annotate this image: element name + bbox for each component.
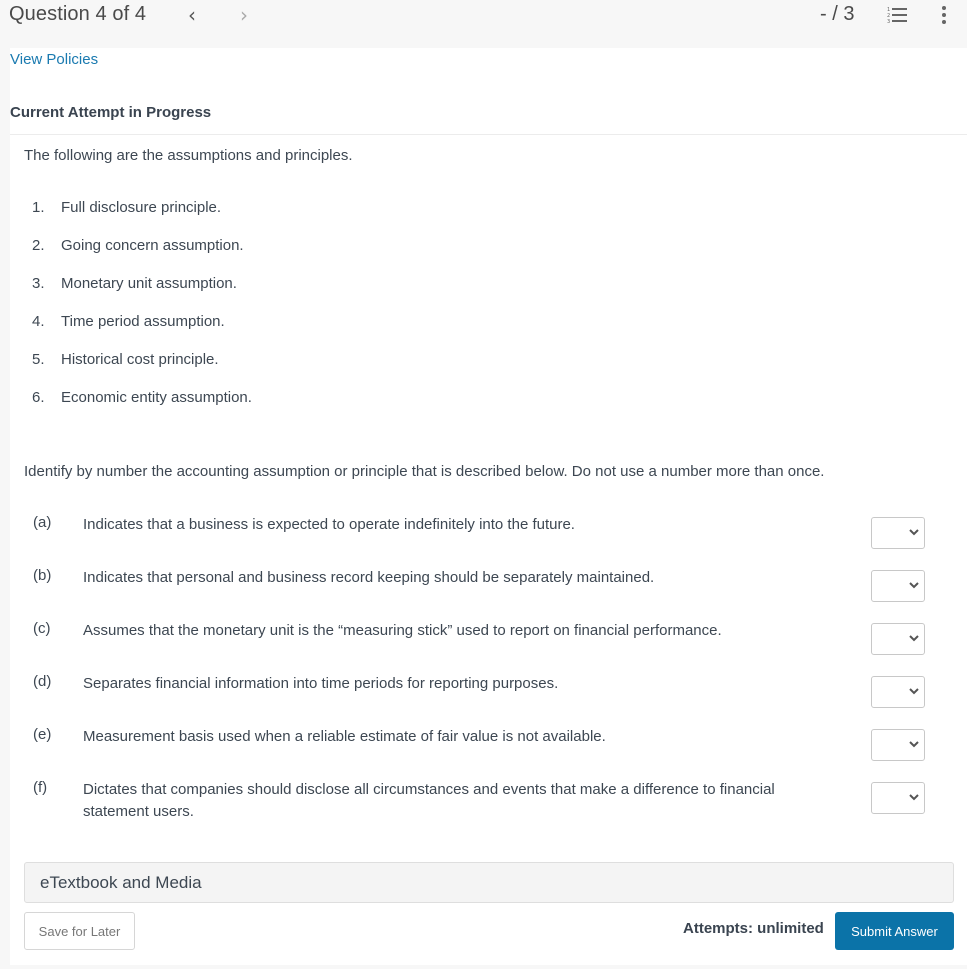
etextbook-media-panel[interactable]: eTextbook and Media [24,862,954,903]
answer-select-b[interactable] [871,570,925,602]
item-label: (d) [33,673,52,690]
question-instructions: Identify by number the accounting assump… [24,463,825,480]
assumptions-list: 1. Full disclosure principle. 2. Going con… [32,199,252,427]
question-list-button[interactable]: 1 2 3 [887,6,907,25]
answer-select-e[interactable] [871,729,925,761]
item-description: Assumes that the monetary unit is the “m… [83,622,722,639]
list-item-number: 1. [32,199,45,216]
list-item-number: 2. [32,237,45,254]
chevron-down-icon [909,688,919,695]
chevron-down-icon [909,582,919,589]
question-content: View Policies Current Attempt in Progres… [10,48,967,965]
list-item: 3. Monetary unit assumption. [32,275,252,313]
item-description: Separates financial information into tim… [83,675,559,692]
list-item: 1. Full disclosure principle. [32,199,252,237]
item-description: Measurement basis used when a reliable e… [83,728,606,745]
list-item-text: Historical cost principle. [61,351,219,368]
question-header: Question 4 of 4 ‹ › - / 3 1 2 3 [0,0,967,48]
item-label: (f) [33,779,48,796]
chevron-down-icon [909,741,919,748]
item-label: (e) [33,726,52,743]
answer-select-c[interactable] [871,623,925,655]
chevron-left-icon: ‹ [188,3,196,27]
list-item: 4. Time period assumption. [32,313,252,351]
chevron-right-icon: › [240,3,248,27]
answer-select-a[interactable] [871,517,925,549]
item-label: (a) [33,514,52,531]
item-description: Dictates that companies should disclose … [83,781,775,820]
list-item-text: Monetary unit assumption. [61,275,237,292]
item-description: Indicates that a business is expected to… [83,516,575,533]
chevron-down-icon [909,529,919,536]
numbered-list-icon: 1 2 3 [887,7,907,25]
attempt-heading: Current Attempt in Progress [10,104,212,121]
save-for-later-button[interactable]: Save for Later [24,912,135,950]
item-label: (c) [33,620,51,637]
divider [10,134,967,135]
item-description: Indicates that personal and business rec… [83,569,655,586]
more-options-button[interactable] [940,5,948,25]
more-vertical-icon [942,6,946,24]
chevron-down-icon [909,794,919,801]
list-item-text: Going concern assumption. [61,237,244,254]
list-item-text: Full disclosure principle. [61,199,222,216]
list-item: 2. Going concern assumption. [32,237,252,275]
list-item-number: 5. [32,351,45,368]
list-item-number: 4. [32,313,45,330]
answer-select-f[interactable] [871,782,925,814]
list-item: 5. Historical cost principle. [32,351,252,389]
list-item-text: Time period assumption. [61,313,225,330]
item-label: (b) [33,567,52,584]
list-item-number: 3. [32,275,45,292]
view-policies-link[interactable]: View Policies [10,51,98,68]
question-intro: The following are the assumptions and pr… [24,147,353,164]
next-question-button[interactable]: › [240,3,248,27]
submit-answer-button[interactable]: Submit Answer [835,912,954,950]
answer-select-d[interactable] [871,676,925,708]
list-item-text: Economic entity assumption. [61,389,252,406]
chevron-down-icon [909,635,919,642]
attempts-label: Attempts: unlimited [683,920,824,937]
list-item-number: 6. [32,389,45,406]
question-title: Question 4 of 4 [9,3,147,25]
question-score: - / 3 [820,3,855,25]
etextbook-media-label: eTextbook and Media [40,873,202,892]
previous-question-button[interactable]: ‹ [188,3,196,27]
list-item: 6. Economic entity assumption. [32,389,252,427]
svg-text:3: 3 [887,19,890,24]
